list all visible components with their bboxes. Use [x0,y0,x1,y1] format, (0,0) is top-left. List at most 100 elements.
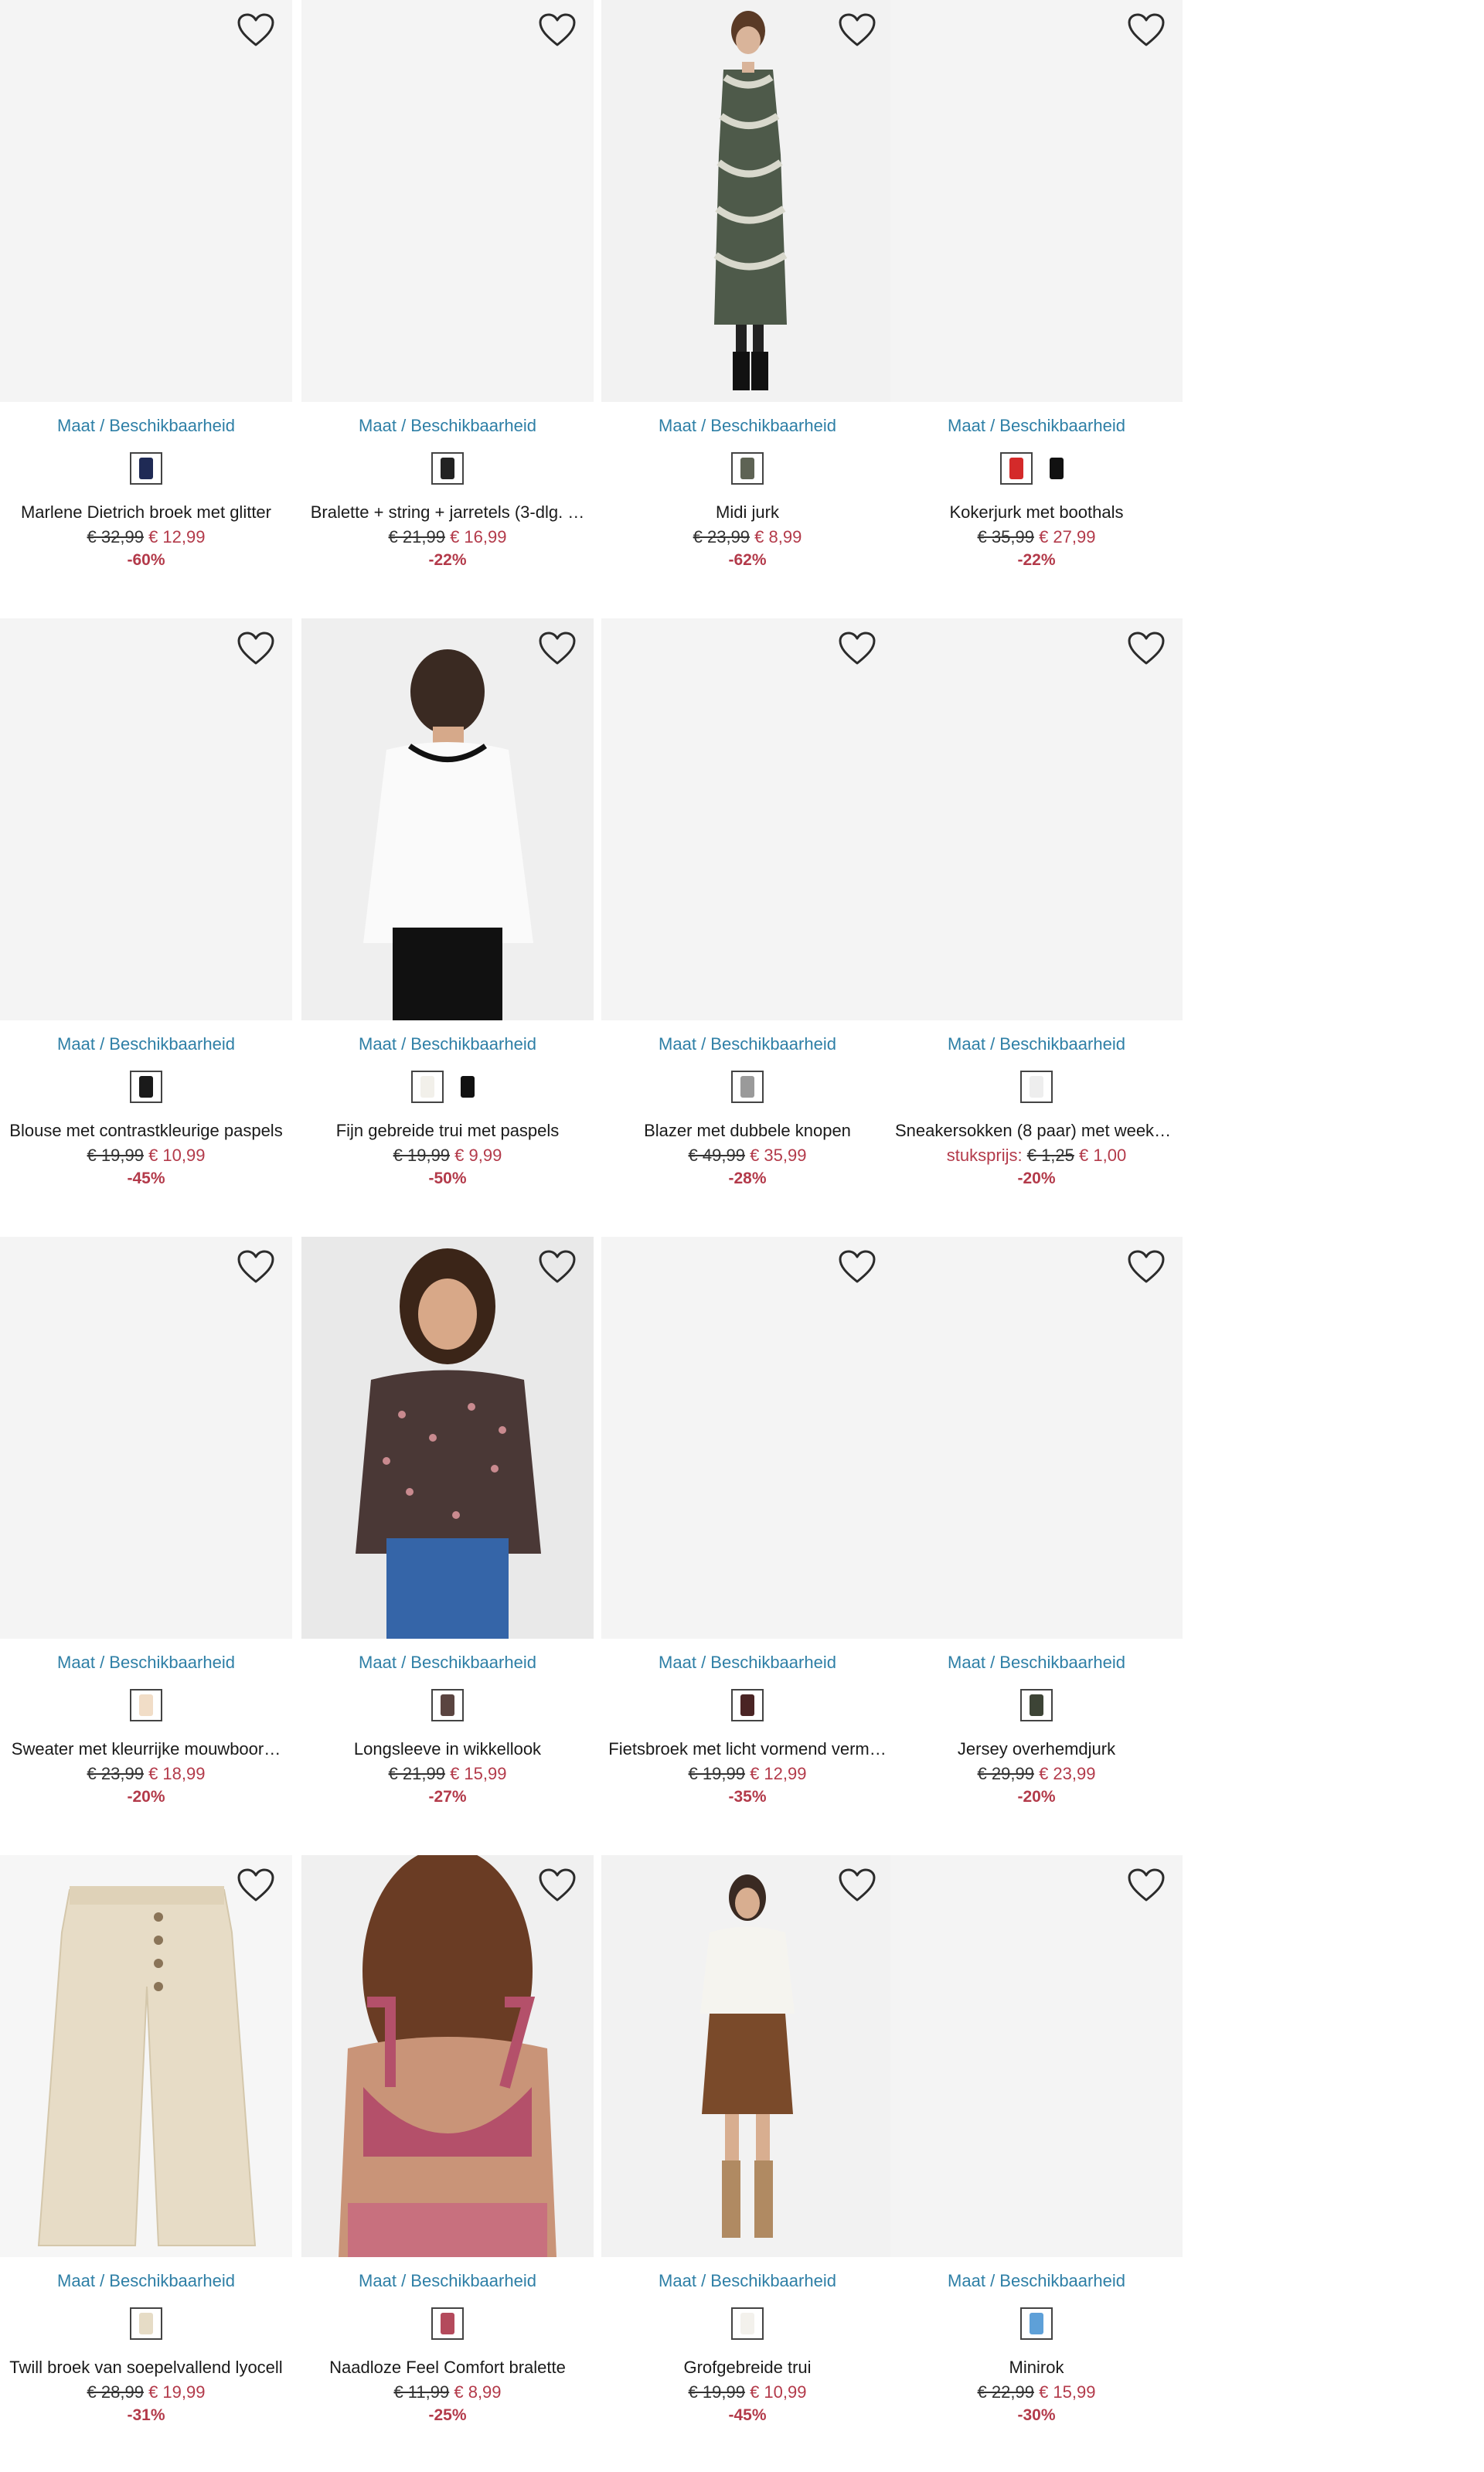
heart-icon[interactable] [838,1249,876,1285]
product-image[interactable] [0,1237,292,1639]
product-image[interactable] [301,1855,594,2257]
product-card[interactable]: Maat / Beschikbaarheid Jersey overhemdjur… [890,1237,1183,1824]
product-card[interactable]: Maat / Beschikbaarheid Bralette + string … [301,0,594,587]
size-availability-link[interactable]: Maat / Beschikbaarheid [301,416,594,436]
size-availability-link[interactable]: Maat / Beschikbaarheid [0,416,292,436]
color-swatch[interactable] [130,1071,162,1103]
product-name[interactable]: Midi jurk [606,502,889,523]
product-name[interactable]: Twill broek van soepelvallend lyocell [5,2358,288,2378]
color-swatch[interactable] [431,1689,464,1721]
product-name[interactable]: Sneakersokken (8 paar) met weekd… [895,1121,1178,1141]
product-image[interactable] [301,618,594,1020]
size-availability-link[interactable]: Maat / Beschikbaarheid [601,2271,893,2291]
size-availability-link[interactable]: Maat / Beschikbaarheid [601,1653,893,1673]
color-swatch[interactable] [731,2307,764,2340]
product-card[interactable]: Maat / Beschikbaarheid Sneakersokken (8 p… [890,618,1183,1206]
size-availability-link[interactable]: Maat / Beschikbaarheid [0,1034,292,1054]
product-card[interactable]: Maat / Beschikbaarheid Fijn gebreide trui… [301,618,594,1206]
product-name[interactable]: Blouse met contrastkleurige paspels [5,1121,288,1141]
old-price: € 49,99 [688,1146,745,1165]
heart-icon[interactable] [1127,631,1166,666]
heart-icon[interactable] [237,12,275,48]
size-availability-link[interactable]: Maat / Beschikbaarheid [601,1034,893,1054]
product-image[interactable] [601,1237,893,1639]
size-availability-link[interactable]: Maat / Beschikbaarheid [0,1653,292,1673]
color-swatch[interactable] [731,452,764,485]
product-card[interactable]: Maat / Beschikbaarheid Blouse met contras… [0,618,292,1206]
product-card[interactable]: Maat / Beschikbaarheid Longsleeve in wikk… [301,1237,594,1824]
product-card[interactable]: Maat / Beschikbaarheid Sweater met kleurr… [0,1237,292,1824]
product-card[interactable]: Maat / Beschikbaarheid Fietsbroek met lic… [601,1237,893,1824]
size-availability-link[interactable]: Maat / Beschikbaarheid [890,2271,1183,2291]
color-swatch[interactable] [1020,2307,1053,2340]
product-name[interactable]: Longsleeve in wikkellook [306,1739,589,1759]
product-image[interactable] [601,0,893,402]
heart-icon[interactable] [538,1868,577,1903]
color-swatch[interactable] [130,452,162,485]
product-image[interactable] [890,618,1183,1020]
color-swatch[interactable] [731,1689,764,1721]
heart-icon[interactable] [838,631,876,666]
color-swatch[interactable] [1000,452,1033,485]
color-swatch[interactable] [451,1071,484,1103]
product-card[interactable]: Maat / Beschikbaarheid Grofgebreide trui €… [601,1855,893,2443]
product-name[interactable]: Sweater met kleurrijke mouwboor… [5,1739,288,1759]
product-image[interactable] [601,618,893,1020]
size-availability-link[interactable]: Maat / Beschikbaarheid [301,1653,594,1673]
color-swatch[interactable] [1020,1071,1053,1103]
color-swatch[interactable] [411,1071,444,1103]
heart-icon[interactable] [538,12,577,48]
product-card[interactable]: Maat / Beschikbaarheid Marlene Dietrich b… [0,0,292,587]
heart-icon[interactable] [838,12,876,48]
product-name[interactable]: Kokerjurk met boothals [895,502,1178,523]
heart-icon[interactable] [538,631,577,666]
product-name[interactable]: Bralette + string + jarretels (3-dlg. … [306,502,589,523]
product-image[interactable] [0,1855,292,2257]
product-image[interactable] [301,1237,594,1639]
product-name[interactable]: Blazer met dubbele knopen [606,1121,889,1141]
color-swatch[interactable] [431,452,464,485]
size-availability-link[interactable]: Maat / Beschikbaarheid [890,1034,1183,1054]
product-image[interactable] [601,1855,893,2257]
product-image[interactable] [0,618,292,1020]
size-availability-link[interactable]: Maat / Beschikbaarheid [0,2271,292,2291]
product-name[interactable]: Marlene Dietrich broek met glitter [5,502,288,523]
size-availability-link[interactable]: Maat / Beschikbaarheid [301,1034,594,1054]
size-availability-link[interactable]: Maat / Beschikbaarheid [601,416,893,436]
product-name[interactable]: Fijn gebreide trui met paspels [306,1121,589,1141]
heart-icon[interactable] [237,1249,275,1285]
size-availability-link[interactable]: Maat / Beschikbaarheid [890,1653,1183,1673]
product-card[interactable]: Maat / Beschikbaarheid Naadloze Feel Comf… [301,1855,594,2443]
product-image[interactable] [0,0,292,402]
product-name[interactable]: Minirok [895,2358,1178,2378]
product-card[interactable]: Maat / Beschikbaarheid Midi jurk € 23,99 €… [601,0,893,587]
product-name[interactable]: Grofgebreide trui [606,2358,889,2378]
product-card[interactable]: Maat / Beschikbaarheid Twill broek van so… [0,1855,292,2443]
size-availability-link[interactable]: Maat / Beschikbaarheid [890,416,1183,436]
product-image[interactable] [890,1237,1183,1639]
color-swatch[interactable] [1020,1689,1053,1721]
color-swatch[interactable] [731,1071,764,1103]
color-swatch[interactable] [130,2307,162,2340]
product-image[interactable] [890,1855,1183,2257]
product-name[interactable]: Jersey overhemdjurk [895,1739,1178,1759]
product-image[interactable] [890,0,1183,402]
heart-icon[interactable] [237,631,275,666]
product-name[interactable]: Fietsbroek met licht vormend verm… [606,1739,889,1759]
color-swatch[interactable] [130,1689,162,1721]
heart-icon[interactable] [1127,1868,1166,1903]
size-availability-link[interactable]: Maat / Beschikbaarheid [301,2271,594,2291]
product-card[interactable]: Maat / Beschikbaarheid Blazer met dubbele… [601,618,893,1206]
heart-icon[interactable] [1127,1249,1166,1285]
color-swatch[interactable] [1040,452,1073,485]
heart-icon[interactable] [1127,12,1166,48]
heart-icon[interactable] [838,1868,876,1903]
product-name[interactable]: Naadloze Feel Comfort bralette [306,2358,589,2378]
color-swatch[interactable] [431,2307,464,2340]
heart-icon[interactable] [538,1249,577,1285]
product-image[interactable] [301,0,594,402]
product-card[interactable]: Maat / Beschikbaarheid Kokerjurk met boot… [890,0,1183,587]
heart-icon[interactable] [237,1868,275,1903]
product-card[interactable]: Maat / Beschikbaarheid Minirok € 22,99 € 1… [890,1855,1183,2443]
swatch-thumbnail [1030,2313,1043,2334]
